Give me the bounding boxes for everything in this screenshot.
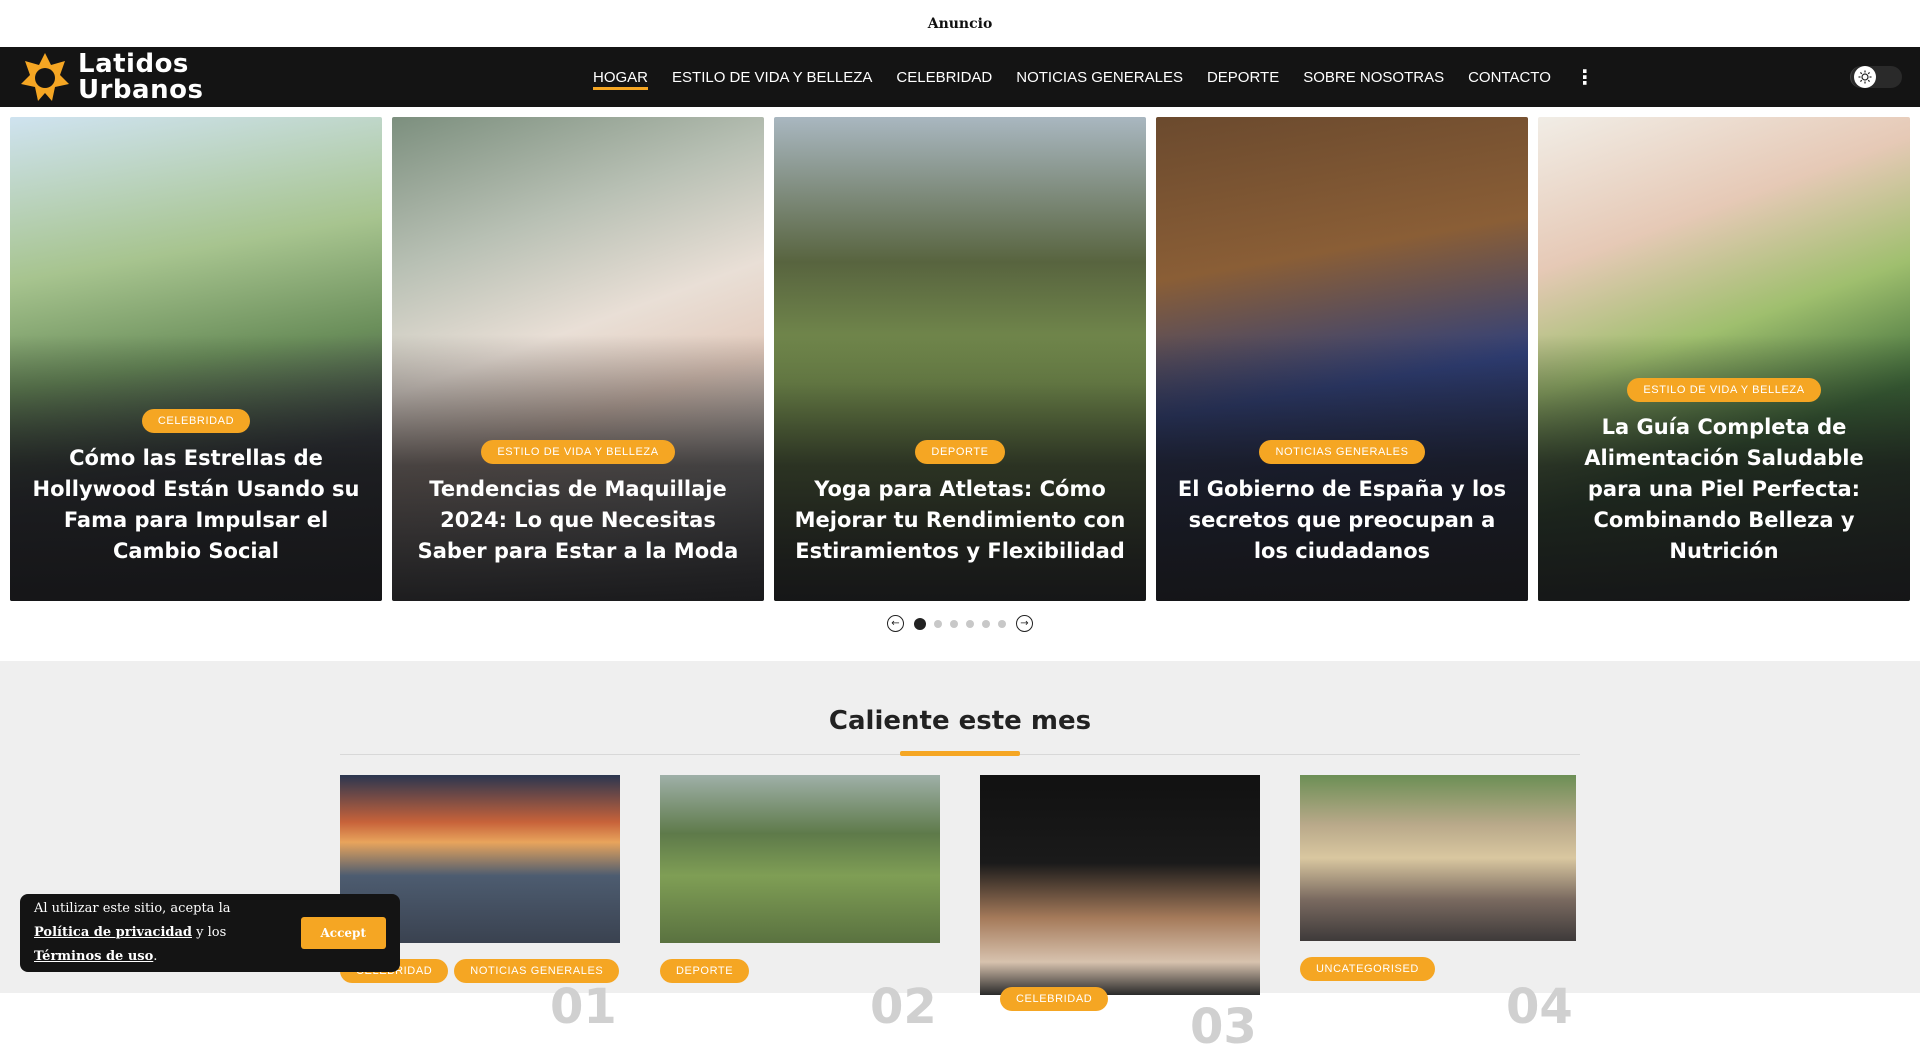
section-title-underline [900,751,1020,756]
hot-card[interactable]: UNCATEGORISED 04 [1300,775,1580,1035]
slide-card[interactable]: CELEBRIDAD Cómo las Estrellas de Hollywo… [10,117,382,601]
arrow-left-icon[interactable]: ← [887,615,904,632]
card-badges: UNCATEGORISED [1300,957,1441,981]
terms-of-use-link[interactable]: Términos de uso [34,949,153,964]
card-badges: DEPORTE [660,959,755,983]
site-header: Latidos Urbanos HOGAR ESTILO DE VIDA Y B… [0,47,1920,107]
nav-item-deporte[interactable]: DEPORTE [1207,65,1279,90]
site-logo[interactable]: Latidos Urbanos [20,51,203,103]
slide-content: ESTILO DE VIDA Y BELLEZA La Guía Complet… [1538,378,1910,567]
arrow-right-icon[interactable]: → [1016,615,1033,632]
hot-card[interactable]: DEPORTE 02 [660,775,940,1035]
pager-dot[interactable] [998,619,1006,628]
slide-card[interactable]: ESTILO DE VIDA Y BELLEZA Tendencias de M… [392,117,764,601]
pager-dot[interactable] [950,619,958,628]
category-badge[interactable]: ESTILO DE VIDA Y BELLEZA [1627,378,1821,402]
pager-dot[interactable] [982,619,990,628]
logo-line-1: Latidos [78,49,189,79]
nav-item-contacto[interactable]: CONTACTO [1468,65,1551,90]
slide-content: CELEBRIDAD Cómo las Estrellas de Hollywo… [10,409,382,567]
sun-icon [1854,66,1876,88]
category-badge[interactable]: DEPORTE [915,440,1005,464]
nav-item-estilo[interactable]: ESTILO DE VIDA Y BELLEZA [672,65,872,90]
slide-title[interactable]: La Guía Completa de Alimentación Saludab… [1558,412,1890,567]
category-badge[interactable]: CELEBRIDAD [141,409,251,433]
vertical-dots-icon[interactable]: ⋮ [1575,67,1595,87]
rank-number: 02 [870,979,937,1035]
category-badge[interactable]: CELEBRIDAD [1000,987,1109,1011]
slide-content: ESTILO DE VIDA Y BELLEZA Tendencias de M… [392,440,764,567]
accept-cookies-button[interactable]: Accept [300,917,386,949]
slide-title[interactable]: Tendencias de Maquillaje 2024: Lo que Ne… [412,474,744,567]
rank-number: 03 [1190,999,1257,1055]
slide-content: NOTICIAS GENERALES El Gobierno de España… [1156,440,1528,567]
nav-item-sobre[interactable]: SOBRE NOSOTRAS [1303,65,1444,90]
slide-title[interactable]: Yoga para Atletas: Cómo Mejorar tu Rendi… [794,474,1126,567]
theme-toggle[interactable] [1850,66,1902,88]
card-image[interactable] [1300,775,1576,941]
privacy-policy-link[interactable]: Política de privacidad [34,925,192,940]
section-title: Caliente este mes [828,706,1092,736]
main-nav: HOGAR ESTILO DE VIDA Y BELLEZA CELEBRIDA… [593,47,1595,107]
logo-text: Latidos Urbanos [78,51,203,103]
slide-title[interactable]: El Gobierno de España y los secretos que… [1176,474,1508,567]
card-image[interactable] [980,775,1260,995]
card-badges: CELEBRIDAD [1000,987,1114,1011]
nav-item-noticias[interactable]: NOTICIAS GENERALES [1016,65,1183,90]
category-badge[interactable]: UNCATEGORISED [1300,957,1435,981]
logo-line-2: Urbanos [78,75,204,105]
cookie-text-part: Al utilizar este sitio, acepta la [34,901,231,916]
star-logo-icon [21,53,69,101]
pager-dot[interactable] [914,617,926,630]
cookie-text: Al utilizar este sitio, acepta la Políti… [34,897,287,969]
featured-slider: CELEBRIDAD Cómo las Estrellas de Hollywo… [0,107,1920,632]
nav-item-hogar[interactable]: HOGAR [593,65,649,90]
category-badge[interactable]: NOTICIAS GENERALES [1259,440,1425,464]
nav-item-celebridad[interactable]: CELEBRIDAD [896,65,992,90]
pager-dot[interactable] [966,619,974,628]
category-badge[interactable]: ESTILO DE VIDA Y BELLEZA [481,440,675,464]
slide-card[interactable]: ESTILO DE VIDA Y BELLEZA La Guía Complet… [1538,117,1910,601]
ad-bar: Anuncio [0,0,1920,47]
cookie-text-part: y los [191,925,227,940]
slide-title[interactable]: Cómo las Estrellas de Hollywood Están Us… [30,443,362,567]
pager-dot[interactable] [934,619,942,628]
rank-number: 04 [1506,979,1573,1035]
ad-label: Anuncio [927,15,993,32]
cookie-banner: Al utilizar este sitio, acepta la Políti… [20,894,400,972]
category-badge[interactable]: DEPORTE [660,959,750,983]
cookie-text-part: . [153,949,158,964]
rank-number: 01 [550,979,617,1035]
hot-card[interactable]: CELEBRIDAD 03 [980,775,1260,1055]
slide-content: DEPORTE Yoga para Atletas: Cómo Mejorar … [774,440,1146,567]
slider-pagination: ← → [0,615,1920,632]
slide-card[interactable]: NOTICIAS GENERALES El Gobierno de España… [1156,117,1528,601]
slide-card[interactable]: DEPORTE Yoga para Atletas: Cómo Mejorar … [774,117,1146,601]
card-image[interactable] [660,775,940,943]
